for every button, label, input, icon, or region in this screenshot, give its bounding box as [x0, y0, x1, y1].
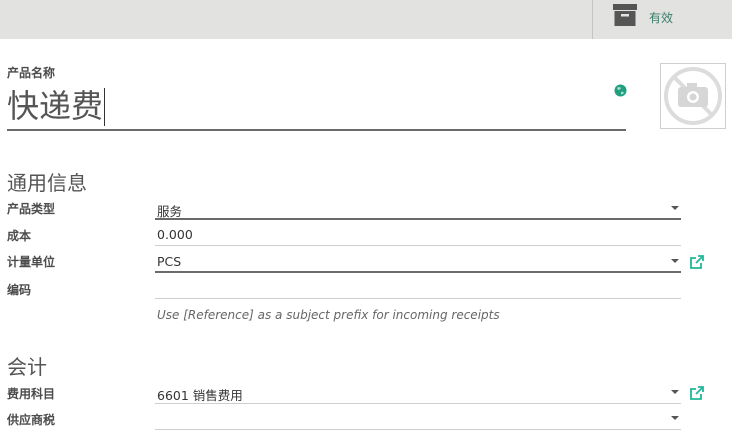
chevron-down-icon	[671, 206, 679, 210]
section-title-accounting: 会计	[7, 355, 47, 379]
archive-box-icon	[613, 4, 637, 26]
globe-icon[interactable]	[614, 84, 627, 97]
product-name-value: 快递费	[7, 87, 104, 125]
product-type-value: 服务	[157, 204, 183, 219]
text-cursor	[104, 88, 105, 126]
uom-select[interactable]: PCS	[155, 250, 681, 273]
external-link-icon[interactable]	[690, 386, 704, 400]
expense-account-value: 6601 销售费用	[157, 388, 243, 403]
uom-label: 计量单位	[7, 255, 56, 269]
vendor-taxes-label: 供应商税	[7, 413, 56, 427]
product-type-select[interactable]: 服务	[155, 197, 681, 220]
chevron-down-icon	[671, 390, 679, 394]
active-toggle-button[interactable]: 有效	[593, 0, 732, 39]
vendor-taxes-select[interactable]	[155, 407, 681, 430]
reference-input[interactable]	[155, 276, 681, 299]
no-camera-icon	[664, 67, 722, 125]
active-label: 有效	[649, 11, 674, 25]
product-name-input[interactable]: 快递费	[7, 84, 626, 131]
expense-account-select[interactable]: 6601 销售费用	[155, 381, 681, 404]
reference-label: 编码	[7, 283, 32, 297]
expense-account-label: 费用科目	[7, 387, 56, 401]
section-title-general-info: 通用信息	[7, 171, 87, 195]
external-link-icon[interactable]	[690, 255, 704, 269]
product-name-label: 产品名称	[7, 66, 56, 80]
cost-value: 0.000	[157, 227, 193, 242]
uom-value: PCS	[157, 254, 182, 269]
product-type-label: 产品类型	[7, 202, 56, 216]
cost-input[interactable]: 0.000	[155, 223, 681, 246]
reference-help-text: Use [Reference] as a subject prefix for …	[157, 308, 500, 322]
chevron-down-icon	[671, 416, 679, 420]
top-status-bar: 有效	[0, 0, 732, 39]
chevron-down-icon	[671, 259, 679, 263]
cost-label: 成本	[7, 229, 32, 243]
product-image-upload[interactable]	[660, 63, 726, 129]
